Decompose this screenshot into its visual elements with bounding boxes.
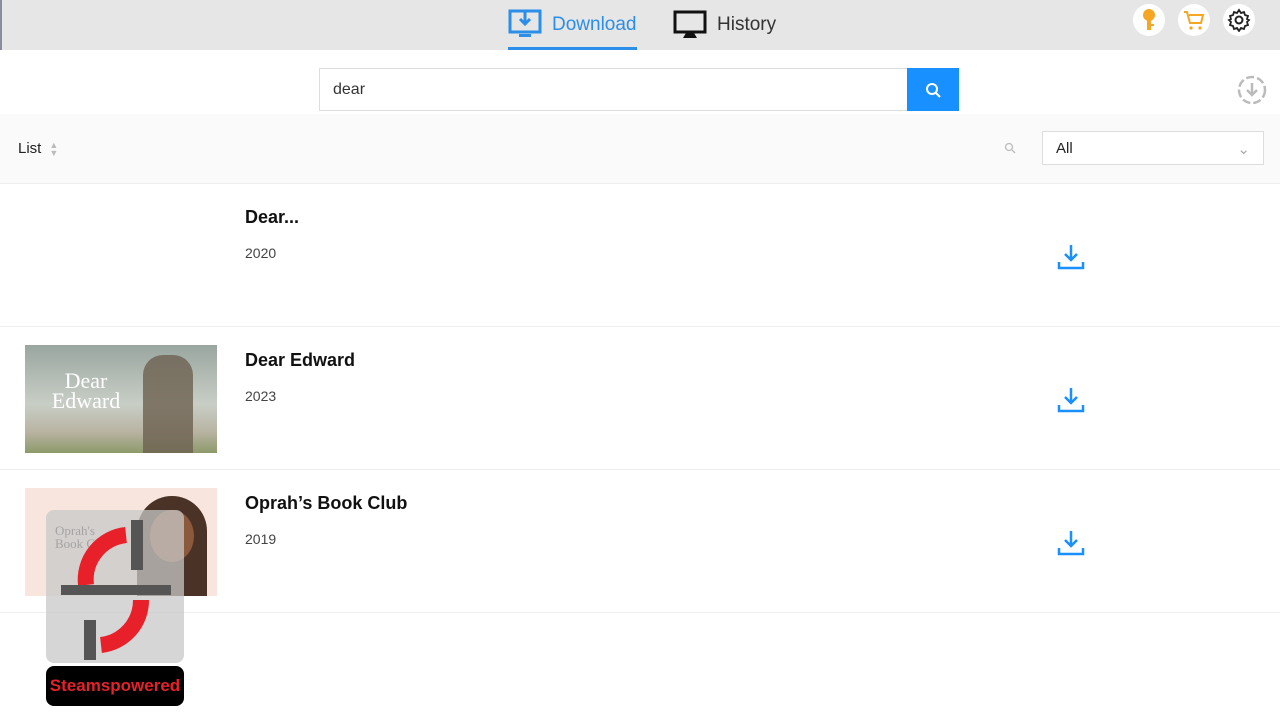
thumbnail: Dear Edward bbox=[25, 345, 217, 453]
monitor-icon bbox=[673, 10, 707, 38]
list-toolbar: List ▲ ▼ All ⌄ bbox=[0, 114, 1280, 184]
tab-history[interactable]: History bbox=[673, 0, 776, 50]
download-queue-icon[interactable] bbox=[1237, 75, 1267, 105]
list-label: List bbox=[18, 140, 42, 157]
result-title: Oprah’s Book Club bbox=[245, 493, 408, 513]
watermark-logo: Steamspowered bbox=[46, 510, 184, 706]
sort-icon: ▲ ▼ bbox=[49, 139, 59, 158]
top-bar: Download History bbox=[0, 0, 1280, 50]
result-title: Dear... bbox=[245, 207, 300, 227]
filter-select[interactable]: All ⌄ bbox=[1042, 131, 1264, 165]
watermark-text: Steamspowered bbox=[46, 666, 184, 706]
result-year: 2019 bbox=[245, 531, 277, 547]
search-button[interactable] bbox=[907, 68, 959, 111]
cart-icon bbox=[1184, 11, 1205, 30]
download-icon[interactable] bbox=[1056, 242, 1086, 272]
result-title: Dear Edward bbox=[245, 350, 356, 370]
result-row: Oprah'sBook Club Oprah’s Book Club 2019 bbox=[0, 470, 1280, 613]
download-monitor-icon bbox=[508, 9, 542, 37]
result-year: 2020 bbox=[245, 245, 277, 261]
search-input[interactable] bbox=[319, 68, 907, 111]
gear-icon bbox=[1227, 8, 1251, 32]
list-sort[interactable]: List ▲ ▼ bbox=[18, 140, 58, 157]
search-icon bbox=[926, 82, 941, 98]
result-year: 2023 bbox=[245, 388, 277, 404]
download-icon[interactable] bbox=[1056, 528, 1086, 558]
cart-button[interactable] bbox=[1178, 4, 1210, 36]
chevron-down-icon: ⌄ bbox=[1237, 141, 1250, 158]
tab-download-label: Download bbox=[552, 14, 637, 35]
tab-download[interactable]: Download bbox=[508, 0, 637, 50]
search-bar bbox=[319, 68, 959, 111]
settings-button[interactable] bbox=[1223, 4, 1255, 36]
result-row: Dear Edward Dear Edward 2023 bbox=[0, 327, 1280, 470]
download-icon[interactable] bbox=[1056, 385, 1086, 415]
key-button[interactable] bbox=[1133, 4, 1165, 36]
result-row: Dear... 2020 bbox=[0, 184, 1280, 327]
filter-search-icon[interactable] bbox=[1004, 142, 1016, 154]
filter-value: All bbox=[1056, 140, 1073, 157]
tab-history-label: History bbox=[717, 14, 777, 35]
key-icon bbox=[1143, 9, 1155, 30]
